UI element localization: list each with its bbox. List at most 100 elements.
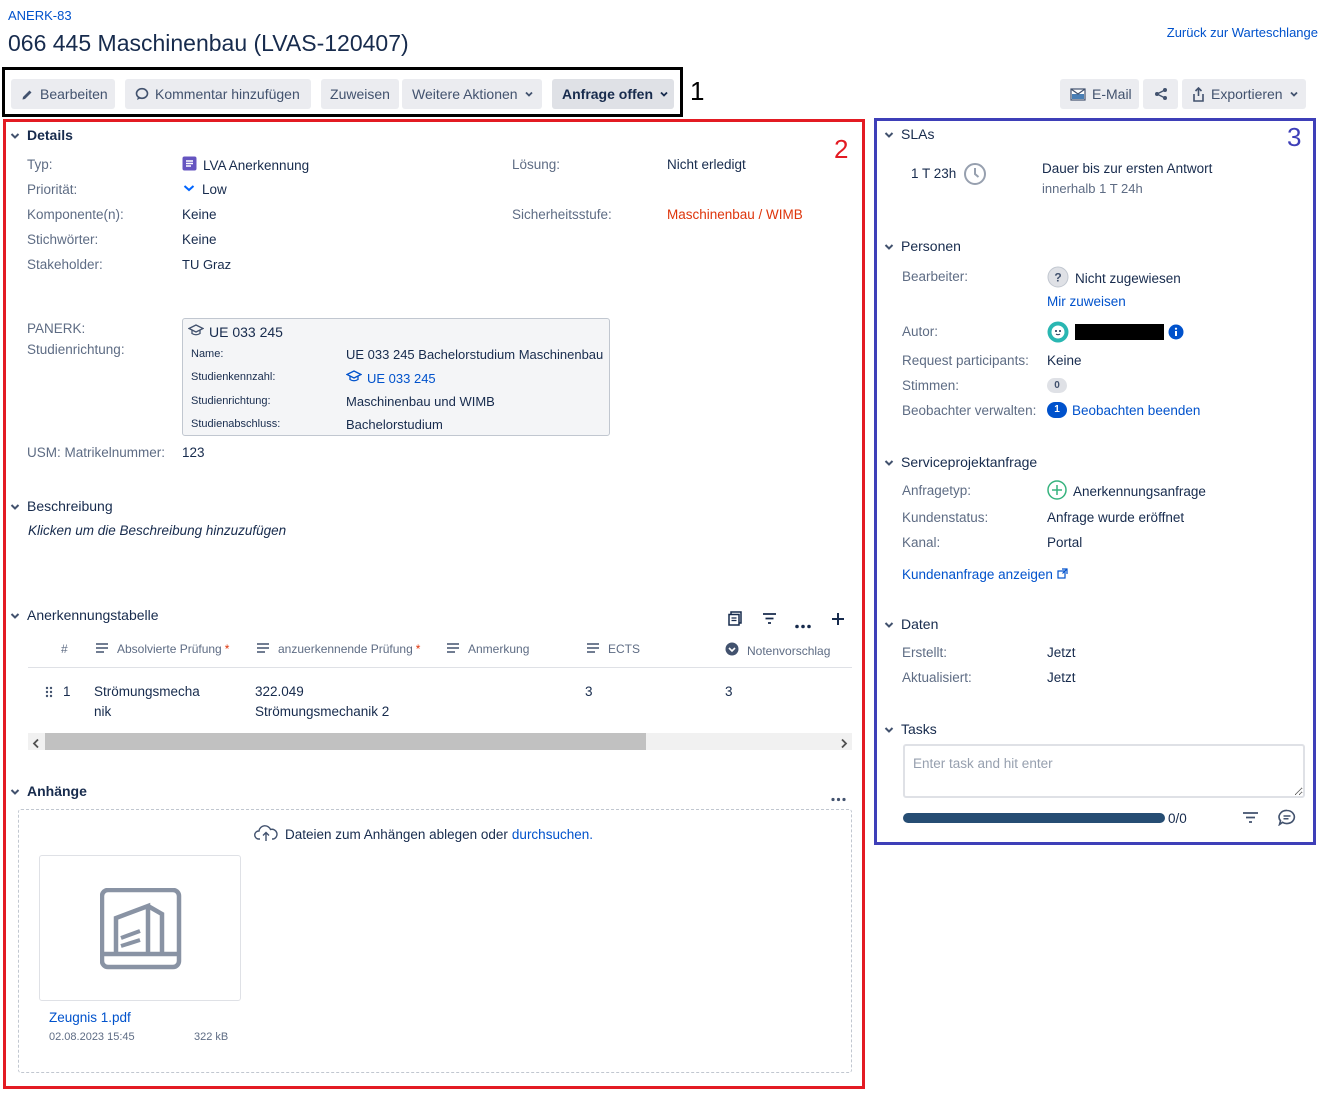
type-value: LVA Anerkennung [182, 156, 309, 174]
table-cell-absolviert-line2[interactable]: nik [94, 702, 111, 722]
more-actions-label: Weitere Aktionen [412, 86, 518, 102]
plus-circle-icon [1047, 480, 1067, 503]
customer-status-label: Kundenstatus: [902, 510, 989, 525]
details-section-toggle[interactable]: Details [9, 127, 73, 143]
card-richtung-label: Studienrichtung: [191, 395, 271, 407]
table-cell-number: 1 [63, 684, 71, 699]
assign-button[interactable]: Zuweisen [321, 79, 399, 109]
panerk-label: PANERK: [27, 321, 86, 336]
security-label: Sicherheitsstufe: [512, 207, 612, 222]
edit-button[interactable]: Bearbeiten [11, 79, 115, 109]
task-progress-text: 0/0 [1168, 811, 1187, 826]
assignee-value[interactable]: ? Nicht zugewiesen [1047, 266, 1181, 291]
type-label: Typ: [27, 157, 53, 172]
redacted-author-name [1075, 324, 1164, 340]
task-progress-bar [903, 813, 1165, 823]
filter-icon[interactable] [1242, 811, 1259, 827]
people-section-toggle[interactable]: Personen [883, 238, 961, 254]
card-name-value: UE 033 245 Bachelorstudium Maschinenbau [346, 347, 604, 362]
scroll-right-icon[interactable] [839, 736, 849, 752]
table-cell-note[interactable]: 3 [725, 682, 733, 702]
service-section-toggle[interactable]: Serviceprojektanfrage [883, 454, 1037, 470]
card-kennzahl-text: UE 033 245 [367, 370, 436, 386]
tasks-section-toggle[interactable]: Tasks [883, 721, 937, 737]
email-label: E-Mail [1092, 86, 1132, 102]
more-actions-dropdown[interactable]: Weitere Aktionen [402, 79, 542, 109]
card-kennzahl-link[interactable]: UE 033 245 [345, 370, 436, 386]
assignee-text: Nicht zugewiesen [1075, 271, 1181, 286]
votes-label: Stimmen: [902, 378, 960, 393]
sla-within: innerhalb 1 T 24h [1042, 181, 1143, 196]
view-customer-request-text: Kundenanfrage anzeigen [902, 567, 1053, 582]
security-value: Maschinenbau / WIMB [667, 207, 803, 222]
attachment-file-name[interactable]: Zeugnis 1.pdf [49, 1010, 131, 1025]
column-label: # [61, 642, 68, 656]
votes-badge[interactable]: 0 [1047, 378, 1067, 393]
table-cell-anzuerkennend-line2[interactable]: Strömungsmechanik 2 [255, 702, 389, 722]
sla-heading: SLAs [901, 126, 935, 142]
attachment-thumbnail[interactable] [39, 855, 241, 1001]
task-input[interactable] [903, 744, 1305, 798]
drag-handle-icon[interactable] [45, 685, 53, 701]
back-to-queue-link[interactable]: Zurück zur Warteschlange [1167, 25, 1318, 40]
drop-instructions: Dateien zum Anhängen ablegen oder durchs… [254, 824, 593, 845]
external-link-icon [1057, 567, 1068, 582]
table-cell-anzuerkennend-line1[interactable]: 322.049 [255, 682, 304, 702]
description-section-toggle[interactable]: Beschreibung [9, 498, 113, 514]
attachments-section-toggle[interactable]: Anhänge [9, 783, 87, 799]
column-header-absolviert[interactable]: Absolvierte Prüfung * [95, 642, 229, 656]
add-comment-button[interactable]: Kommentar hinzufügen [125, 79, 311, 109]
issue-key-link[interactable]: ANERK-83 [8, 8, 72, 23]
attachment-date: 02.08.2023 15:45 [49, 1031, 135, 1043]
copy-icon[interactable] [728, 611, 743, 629]
keywords-value: Keine [182, 232, 217, 247]
sla-section-toggle[interactable]: SLAs [883, 126, 934, 142]
export-label: Exportieren [1211, 86, 1283, 102]
author-avatar[interactable] [1047, 321, 1069, 346]
description-placeholder[interactable]: Klicken um die Beschreibung hinzuzufügen [28, 523, 286, 538]
dates-section-toggle[interactable]: Daten [883, 616, 938, 632]
stop-watching-link[interactable]: Beobachten beenden [1072, 403, 1200, 418]
watchers-count-badge[interactable]: 1 [1047, 402, 1067, 418]
assign-to-me-link[interactable]: Mir zuweisen [1047, 294, 1126, 309]
comment-icon[interactable] [1278, 809, 1296, 829]
add-row-icon[interactable] [831, 612, 845, 629]
svg-text:?: ? [1054, 271, 1061, 285]
edit-button-label: Bearbeiten [40, 86, 108, 102]
filter-icon[interactable] [762, 612, 777, 628]
comment-icon [135, 87, 149, 101]
email-button[interactable]: E-Mail [1060, 79, 1139, 109]
scroll-left-icon[interactable] [31, 736, 41, 752]
column-header-note[interactable]: Notenvorschlag [725, 642, 830, 659]
more-icon[interactable] [795, 616, 811, 632]
page-title: 066 445 Maschinenbau (LVAS-120407) [8, 30, 409, 56]
chevron-down-icon [9, 609, 21, 621]
column-label: Absolvierte Prüfung [117, 642, 222, 656]
share-button[interactable] [1143, 79, 1178, 109]
sla-title: Dauer bis zur ersten Antwort [1042, 161, 1213, 176]
table-cell-absolviert-line1[interactable]: Strömungsmecha [94, 682, 200, 702]
type-value-text: LVA Anerkennung [203, 157, 310, 173]
view-customer-request-link[interactable]: Kundenanfrage anzeigen [902, 567, 1068, 582]
dates-heading: Daten [901, 616, 939, 632]
browse-link[interactable]: durchsuchen. [512, 827, 593, 842]
column-header-anzuerkennend[interactable]: anzuerkennende Prüfung * [256, 642, 420, 656]
table-cell-ects[interactable]: 3 [585, 682, 593, 702]
resolution-value: Nicht erledigt [667, 157, 746, 172]
scrollbar-thumb[interactable] [45, 733, 646, 750]
export-icon [1192, 86, 1205, 102]
text-field-icon [446, 642, 460, 656]
column-header-anmerkung[interactable]: Anmerkung [446, 642, 529, 656]
column-header-ects[interactable]: ECTS [586, 642, 640, 656]
table-section-toggle[interactable]: Anerkennungstabelle [9, 607, 159, 623]
export-dropdown[interactable]: Exportieren [1182, 79, 1306, 109]
pencil-icon [21, 88, 34, 101]
stakeholder-label: Stakeholder: [27, 257, 103, 272]
status-dropdown[interactable]: Anfrage offen [552, 79, 674, 109]
info-icon[interactable] [1168, 324, 1184, 343]
attachments-heading: Anhänge [27, 783, 87, 799]
column-label: Anmerkung [468, 642, 530, 656]
attachments-more-icon[interactable] [831, 789, 846, 805]
created-value: Jetzt [1047, 645, 1076, 660]
request-type-value: Anerkennungsanfrage [1047, 480, 1206, 503]
